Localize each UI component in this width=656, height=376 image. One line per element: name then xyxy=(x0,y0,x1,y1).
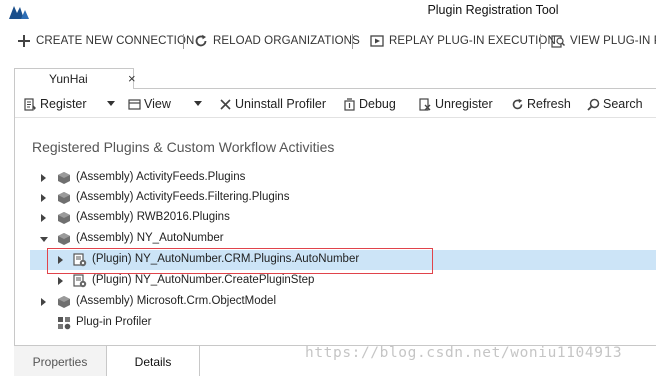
collapse-icon[interactable] xyxy=(40,237,48,242)
toolbar-separator xyxy=(540,34,541,49)
profiler-icon xyxy=(58,317,71,330)
expand-icon[interactable] xyxy=(41,214,46,222)
reload-organizations-button[interactable]: RELOAD ORGANIZATIONS xyxy=(194,32,360,50)
view-plugin-profile-label: VIEW PLUG-IN PR xyxy=(570,35,656,47)
register-icon xyxy=(24,97,36,111)
tree-node-label: (Assembly) RWB2016.Plugins xyxy=(76,211,230,223)
replay-plugin-execution-label: REPLAY PLUG-IN EXECUTION xyxy=(389,35,556,47)
assembly-icon xyxy=(58,296,70,308)
tree-node-plugin[interactable]: (Plugin) NY_AutoNumber.CreatePluginStep xyxy=(30,271,656,291)
expand-icon[interactable] xyxy=(41,298,46,306)
unregister-icon xyxy=(419,97,431,111)
tab-connection[interactable]: YunHai × xyxy=(14,68,136,89)
assembly-icon xyxy=(58,233,70,245)
debug-button[interactable]: Debug xyxy=(343,95,396,113)
expand-icon[interactable] xyxy=(58,277,63,285)
main-toolbar: CREATE NEW CONNECTION RELOAD ORGANIZATIO… xyxy=(0,26,656,54)
toolbar-divider xyxy=(15,117,656,118)
title-bar: Plugin Registration Tool xyxy=(0,0,656,24)
tree-node-plugin[interactable]: (Plugin) NY_AutoNumber.CRM.Plugins.AutoN… xyxy=(30,250,656,270)
toolbar-separator xyxy=(352,34,353,49)
watermark: https://blog.csdn.net/woniu1104913 xyxy=(305,345,623,361)
plus-icon xyxy=(18,35,30,47)
view-dropdown-icon[interactable] xyxy=(194,101,202,106)
tab-details[interactable]: Details xyxy=(107,346,200,376)
tree-node-label: Plug-in Profiler xyxy=(76,316,152,328)
tree-node-assembly[interactable]: (Assembly) RWB2016.Plugins xyxy=(30,208,656,228)
refresh-icon xyxy=(512,98,523,109)
close-icon[interactable]: × xyxy=(128,71,136,86)
replay-icon xyxy=(370,35,384,47)
view-plugin-profile-button[interactable]: VIEW PLUG-IN PR xyxy=(551,32,656,50)
register-label: Register xyxy=(40,97,87,111)
debug-label: Debug xyxy=(359,97,396,111)
tree-node-assembly[interactable]: (Assembly) NY_AutoNumber xyxy=(30,229,656,249)
register-dropdown-icon[interactable] xyxy=(107,101,115,106)
view-profile-icon xyxy=(551,35,565,48)
tree-node-assembly[interactable]: (Assembly) Microsoft.Crm.ObjectModel xyxy=(30,292,656,312)
tree-node-label: (Assembly) ActivityFeeds.Plugins xyxy=(76,171,246,183)
expand-icon[interactable] xyxy=(58,256,63,264)
plugin-icon xyxy=(73,253,87,267)
tree-node-label: (Assembly) NY_AutoNumber xyxy=(76,232,224,244)
toolbar-separator xyxy=(183,34,184,49)
expand-icon[interactable] xyxy=(41,194,46,202)
reload-organizations-label: RELOAD ORGANIZATIONS xyxy=(213,35,360,47)
reload-icon xyxy=(195,34,207,47)
tree-node-profiler[interactable]: Plug-in Profiler xyxy=(30,313,656,333)
uninstall-profiler-label: Uninstall Profiler xyxy=(235,97,327,111)
section-title: Registered Plugins & Custom Workflow Act… xyxy=(32,139,335,155)
debug-icon xyxy=(344,97,355,111)
search-icon xyxy=(587,98,600,111)
uninstall-profiler-icon xyxy=(220,98,231,110)
refresh-button[interactable]: Refresh xyxy=(511,95,571,113)
tab-properties[interactable]: Properties xyxy=(14,346,107,376)
window-title: Plugin Registration Tool xyxy=(427,3,559,17)
refresh-label: Refresh xyxy=(527,97,571,111)
tree-node-assembly[interactable]: (Assembly) ActivityFeeds.Plugins xyxy=(30,168,656,188)
unregister-label: Unregister xyxy=(435,97,493,111)
view-button[interactable]: View xyxy=(128,95,171,113)
expand-icon[interactable] xyxy=(41,174,46,182)
assembly-icon xyxy=(58,172,70,184)
view-icon xyxy=(128,98,141,110)
replay-plugin-execution-button[interactable]: REPLAY PLUG-IN EXECUTION xyxy=(370,32,556,50)
connection-toolbar: Register View Uninstall Profiler Debug U… xyxy=(15,89,656,117)
assembly-icon xyxy=(58,212,70,224)
search-label: Search xyxy=(603,97,643,111)
tree-node-label: (Plugin) NY_AutoNumber.CRM.Plugins.AutoN… xyxy=(92,253,360,265)
tree-node-assembly[interactable]: (Assembly) ActivityFeeds.Filtering.Plugi… xyxy=(30,188,656,208)
uninstall-profiler-button[interactable]: Uninstall Profiler xyxy=(219,95,326,113)
tab-connection-label: YunHai xyxy=(49,72,88,86)
assembly-icon xyxy=(58,192,70,204)
view-label: View xyxy=(144,97,171,111)
tree-node-label: (Assembly) Microsoft.Crm.ObjectModel xyxy=(76,295,277,307)
create-new-connection-button[interactable]: CREATE NEW CONNECTION xyxy=(17,32,194,50)
create-new-connection-label: CREATE NEW CONNECTION xyxy=(36,35,195,47)
search-button[interactable]: Search xyxy=(587,95,643,113)
tree-node-label: (Plugin) NY_AutoNumber.CreatePluginStep xyxy=(92,274,315,286)
plugin-icon xyxy=(73,274,87,288)
tree-node-label: (Assembly) ActivityFeeds.Filtering.Plugi… xyxy=(76,191,290,203)
register-button[interactable]: Register xyxy=(24,95,87,113)
unregister-button[interactable]: Unregister xyxy=(419,95,493,113)
